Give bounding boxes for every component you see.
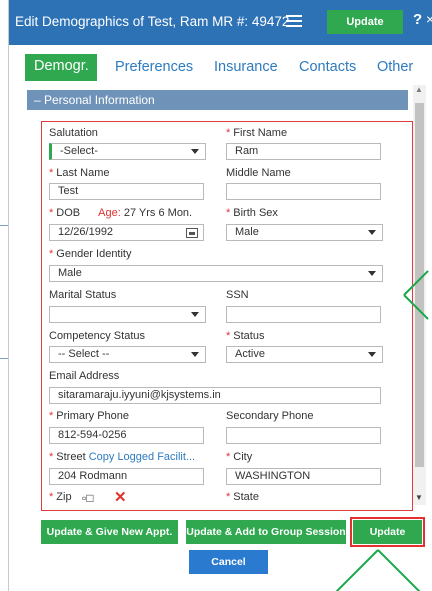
tab-bar: Demogr. Preferences Insurance Contacts O…	[9, 45, 432, 85]
email-label: Email Address	[49, 370, 120, 382]
gender-identity-value: Male	[58, 267, 82, 279]
required-marker: *	[226, 451, 231, 463]
help-icon[interactable]: ?	[413, 11, 422, 28]
last-name-label-text: Last Name	[56, 167, 110, 179]
last-name-label: * Last Name	[49, 167, 109, 179]
ssn-label: SSN	[226, 289, 249, 301]
marital-status-label: Marital Status	[49, 289, 117, 301]
gender-identity-select[interactable]: Male	[49, 265, 383, 282]
chevron-down-icon	[191, 312, 199, 317]
birth-sex-label: * Birth Sex	[226, 207, 278, 219]
background-line	[0, 225, 8, 226]
age-value: 27 Yrs 6 Mon.	[123, 207, 193, 219]
tab-insurance[interactable]: Insurance	[214, 59, 278, 75]
gender-identity-label-text: Gender Identity	[56, 248, 132, 260]
zip-label: * Zip	[49, 491, 72, 503]
calendar-icon[interactable]	[186, 228, 198, 238]
edit-demographics-dialog: Edit Demographics of Test, Ram MR #: 494…	[8, 0, 432, 591]
ssn-input[interactable]	[226, 306, 381, 323]
tab-demographics[interactable]: Demogr.	[25, 54, 97, 81]
zip-lookup-icon[interactable]: ▫□	[82, 491, 94, 505]
status-label-text: Status	[233, 330, 265, 342]
top-update-button[interactable]: Update	[327, 10, 403, 34]
required-marker: *	[49, 167, 54, 179]
tab-contacts[interactable]: Contacts	[299, 59, 356, 75]
competency-status-value: -- Select --	[58, 348, 110, 360]
required-marker: *	[49, 491, 54, 503]
email-input[interactable]: sitaramaraju.iyyuni@kjsystems.in	[49, 387, 381, 404]
chevron-down-icon	[368, 271, 376, 276]
dob-input[interactable]: 12/26/1992	[49, 224, 204, 241]
chevron-down-icon	[368, 352, 376, 357]
birth-sex-value: Male	[235, 226, 259, 238]
tab-other[interactable]: Other	[377, 59, 413, 75]
required-marker: *	[49, 207, 54, 219]
chevron-down-icon	[191, 149, 199, 154]
update-button[interactable]: Update	[353, 520, 422, 544]
personal-information-header[interactable]: – Personal Information	[27, 90, 408, 110]
salutation-value: -Select-	[60, 145, 98, 157]
background-line	[0, 358, 8, 359]
street-label: * Street Copy Logged Facilit...	[49, 451, 195, 463]
cancel-button[interactable]: Cancel	[189, 550, 268, 574]
marital-status-select[interactable]	[49, 306, 206, 323]
scrollbar[interactable]: ▲ ▼	[413, 85, 426, 505]
birth-sex-label-text: Birth Sex	[233, 207, 278, 219]
street-label-text: Street	[56, 451, 86, 463]
state-label: * State	[226, 491, 259, 503]
middle-name-input[interactable]	[226, 183, 381, 200]
chevron-down-icon	[191, 352, 199, 357]
birth-sex-select[interactable]: Male	[226, 224, 383, 241]
last-name-input[interactable]: Test	[49, 183, 204, 200]
secondary-phone-label: Secondary Phone	[226, 410, 314, 422]
middle-name-label: Middle Name	[226, 167, 291, 179]
dob-label-text: DOB	[56, 207, 81, 219]
required-marker: *	[49, 248, 54, 260]
age-label: Age:	[98, 207, 121, 219]
city-label: * City	[226, 451, 252, 463]
first-name-label: * First Name	[226, 127, 287, 139]
scroll-up-icon[interactable]: ▲	[415, 85, 423, 94]
first-name-input[interactable]: Ram	[226, 143, 381, 160]
dialog-titlebar: Edit Demographics of Test, Ram MR #: 494…	[9, 0, 432, 45]
update-give-new-appt-button[interactable]: Update & Give New Appt.	[41, 520, 178, 544]
dialog-title: Edit Demographics of Test, Ram MR #: 494…	[15, 14, 290, 29]
city-input[interactable]: WASHINGTON	[226, 468, 381, 485]
copy-logged-facility-link[interactable]: Copy Logged Facilit...	[89, 451, 195, 463]
primary-phone-input[interactable]: 812-594-0256	[49, 427, 204, 444]
state-label-text: State	[233, 491, 259, 503]
required-marker: *	[226, 491, 231, 503]
clear-zip-icon[interactable]: ✕	[114, 488, 127, 506]
hamburger-menu-icon[interactable]	[286, 15, 302, 27]
scroll-down-icon[interactable]: ▼	[415, 493, 423, 502]
salutation-select[interactable]: -Select-	[49, 143, 206, 160]
salutation-label: Salutation	[49, 127, 98, 139]
dob-value: 12/26/1992	[58, 226, 114, 238]
tab-preferences[interactable]: Preferences	[115, 59, 193, 75]
status-value: Active	[235, 348, 265, 360]
required-marker: *	[226, 127, 231, 139]
status-label: * Status	[226, 330, 264, 342]
zip-label-text: Zip	[56, 491, 72, 503]
required-marker: *	[49, 451, 54, 463]
competency-status-select[interactable]: -- Select --	[49, 346, 206, 363]
street-input[interactable]: 204 Rodmann	[49, 468, 204, 485]
dob-label: * DOB Age: 27 Yrs 6 Mon.	[49, 207, 192, 219]
primary-phone-label: * Primary Phone	[49, 410, 129, 422]
competency-status-label: Competency Status	[49, 330, 145, 342]
secondary-phone-input[interactable]	[226, 427, 381, 444]
status-select[interactable]: Active	[226, 346, 383, 363]
scrollbar-thumb[interactable]	[415, 103, 424, 467]
close-icon[interactable]: ×	[426, 11, 432, 27]
first-name-label-text: First Name	[233, 127, 288, 139]
update-add-group-session-button[interactable]: Update & Add to Group Session	[186, 520, 346, 544]
required-marker: *	[226, 207, 231, 219]
required-marker: *	[49, 410, 54, 422]
gender-identity-label: * Gender Identity	[49, 248, 132, 260]
chevron-down-icon	[368, 230, 376, 235]
required-marker: *	[226, 330, 231, 342]
city-label-text: City	[233, 451, 253, 463]
primary-phone-label-text: Primary Phone	[56, 410, 130, 422]
